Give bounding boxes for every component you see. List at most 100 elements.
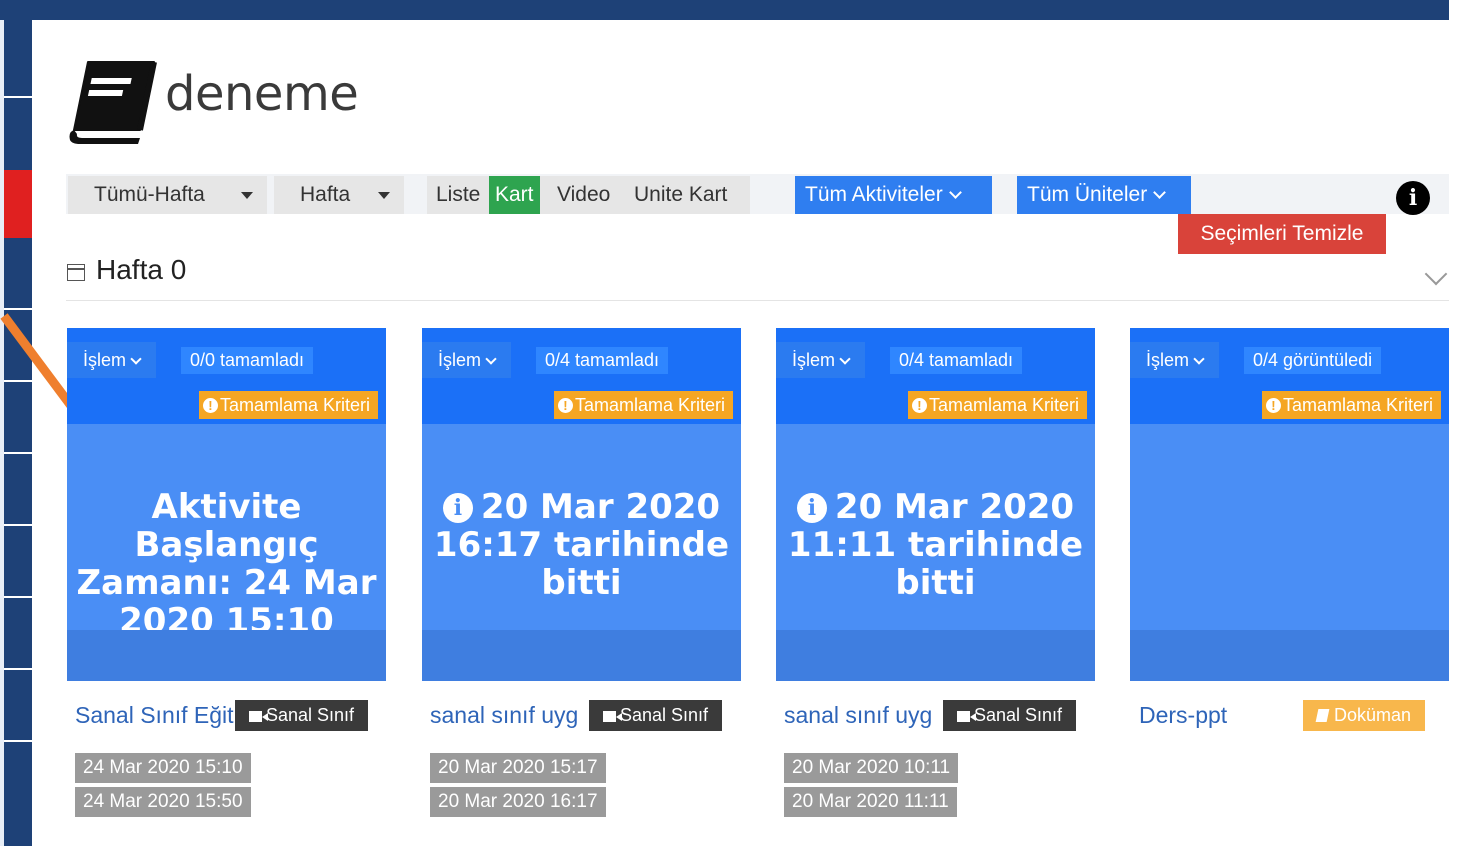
chevron-down-icon bbox=[485, 353, 497, 365]
start-date: 20 Mar 2020 10:11 bbox=[784, 753, 959, 783]
criteria-badge[interactable]: ! Tamamlama Kriteri bbox=[1261, 391, 1441, 419]
criteria-badge[interactable]: ! Tamamlama Kriteri bbox=[553, 391, 733, 419]
criteria-label: Tamamlama Kriteri bbox=[219, 395, 370, 415]
divider bbox=[66, 300, 1449, 301]
card-action-label: İşlem bbox=[438, 350, 482, 370]
info-icon: i bbox=[796, 493, 827, 523]
exclamation-icon: ! bbox=[557, 398, 573, 413]
calendar-icon bbox=[67, 264, 85, 281]
chevron-down-icon bbox=[130, 353, 142, 365]
type-badge-label: Sanal Sınıf bbox=[266, 705, 355, 725]
view-status: 0/4 görüntüledi bbox=[1244, 347, 1382, 374]
book-icon bbox=[69, 61, 157, 144]
activity-name-link[interactable]: sanal sınıf uyg bbox=[784, 702, 942, 729]
card-main-text: i 20 Mar 2020 16:17 tarihinde bitti bbox=[422, 488, 741, 602]
view-video[interactable]: Video bbox=[557, 176, 610, 214]
view-card[interactable]: Kart bbox=[489, 176, 540, 214]
card-action-dropdown[interactable]: İşlem bbox=[1130, 342, 1220, 378]
card-footer bbox=[776, 630, 1095, 681]
nav-divider bbox=[4, 596, 32, 598]
chevron-down-icon[interactable] bbox=[1424, 262, 1448, 286]
card-main-line: bitti bbox=[895, 563, 976, 603]
type-badge-label: Doküman bbox=[1334, 705, 1412, 725]
card-main-line-text: 20 Mar 2020 bbox=[480, 487, 721, 527]
criteria-label: Tamamlama Kriteri bbox=[928, 395, 1079, 415]
completion-status: 0/4 tamamladı bbox=[536, 347, 669, 374]
start-date: 20 Mar 2020 15:17 bbox=[430, 753, 606, 783]
nav-item-active[interactable] bbox=[4, 170, 32, 238]
period-dropdown[interactable]: Hafta bbox=[274, 176, 404, 214]
info-icon: i bbox=[442, 493, 473, 523]
end-date: 24 Mar 2020 15:50 bbox=[75, 787, 251, 817]
card-main-line: i 20 Mar 2020 bbox=[422, 488, 741, 526]
completion-status: 0/0 tamamladı bbox=[181, 347, 314, 374]
type-badge-label: Sanal Sınıf bbox=[974, 705, 1063, 725]
activity-name-link[interactable]: sanal sınıf uyg bbox=[430, 702, 588, 729]
clear-selections-button[interactable]: Seçimleri Temizle bbox=[1178, 214, 1386, 254]
card-main-text: i 20 Mar 2020 11:11 tarihinde bitti bbox=[776, 488, 1095, 602]
period-dropdown-label: Hafta bbox=[300, 183, 351, 206]
view-unit-card[interactable]: Unite Kart bbox=[634, 176, 727, 214]
exclamation-icon: ! bbox=[1265, 398, 1281, 413]
page-title: deneme bbox=[165, 66, 359, 122]
scope-dropdown-label: Tümü-Hafta bbox=[94, 183, 205, 206]
chevron-down-icon bbox=[839, 353, 851, 365]
activity-name-link[interactable]: Ders-ppt bbox=[1139, 702, 1289, 729]
card-action-dropdown[interactable]: İşlem bbox=[776, 342, 866, 378]
activities-dropdown-label: Tüm Aktiviteler bbox=[805, 183, 943, 206]
card-main-line: Zamanı: 24 Mar bbox=[76, 563, 377, 603]
card-main-line: 16:17 tarihinde bbox=[433, 525, 730, 565]
view-list[interactable]: Liste bbox=[436, 176, 480, 214]
card-main-line: Aktivite Başlangıç bbox=[134, 487, 319, 565]
criteria-badge[interactable]: ! Tamamlama Kriteri bbox=[907, 391, 1087, 419]
nav-divider bbox=[4, 96, 32, 98]
card-main-line-text: 20 Mar 2020 bbox=[834, 487, 1075, 527]
top-bar bbox=[0, 0, 1449, 20]
chevron-down-icon bbox=[948, 186, 962, 199]
video-camera-icon bbox=[957, 711, 976, 722]
units-dropdown-label: Tüm Üniteler bbox=[1027, 183, 1148, 206]
type-badge: Sanal Sınıf bbox=[235, 700, 369, 731]
activity-name-link[interactable]: Sanal Sınıf Eğit bbox=[75, 702, 235, 729]
type-badge: Sanal Sınıf bbox=[589, 700, 723, 731]
activity-card[interactable]: İşlem 0/4 tamamladı ! Tamamlama Kriteri i… bbox=[422, 328, 741, 681]
card-action-label: İşlem bbox=[83, 350, 127, 370]
card-action-label: İşlem bbox=[1146, 350, 1190, 370]
card-main-line: i 20 Mar 2020 bbox=[776, 488, 1095, 526]
start-date: 24 Mar 2020 15:10 bbox=[75, 753, 251, 783]
units-dropdown[interactable]: Tüm Üniteler bbox=[1017, 176, 1191, 214]
activity-card[interactable]: İşlem 0/4 görüntüledi ! Tamamlama Kriteri bbox=[1130, 328, 1449, 681]
card-action-dropdown[interactable]: İşlem bbox=[67, 342, 157, 378]
nav-divider bbox=[4, 524, 32, 526]
end-date: 20 Mar 2020 11:11 bbox=[784, 787, 957, 817]
chevron-down-icon bbox=[1153, 186, 1167, 199]
nav-divider bbox=[4, 740, 32, 742]
criteria-label: Tamamlama Kriteri bbox=[1282, 395, 1433, 415]
exclamation-icon: ! bbox=[202, 398, 218, 413]
caret-down-icon bbox=[378, 192, 390, 199]
book-icon bbox=[1315, 709, 1330, 722]
card-main-line: 11:11 tarihinde bbox=[787, 525, 1084, 565]
card-footer bbox=[422, 630, 741, 681]
activity-card[interactable]: İşlem 0/4 tamamladı ! Tamamlama Kriteri i… bbox=[776, 328, 1095, 681]
scope-dropdown[interactable]: Tümü-Hafta bbox=[68, 176, 267, 214]
info-icon[interactable]: i bbox=[1396, 181, 1430, 215]
type-badge: Sanal Sınıf bbox=[943, 700, 1077, 731]
criteria-badge[interactable]: ! Tamamlama Kriteri bbox=[198, 391, 378, 419]
card-footer bbox=[1130, 630, 1449, 681]
video-camera-icon bbox=[603, 711, 622, 722]
type-badge: Doküman bbox=[1303, 700, 1426, 731]
week-title: Hafta 0 bbox=[96, 254, 187, 285]
card-footer bbox=[67, 630, 386, 681]
activities-dropdown[interactable]: Tüm Aktiviteler bbox=[795, 176, 992, 214]
card-action-label: İşlem bbox=[792, 350, 836, 370]
caret-down-icon bbox=[241, 192, 253, 199]
card-main-text: Aktivite Başlangıç Zamanı: 24 Mar 2020 1… bbox=[67, 488, 386, 640]
type-badge-label: Sanal Sınıf bbox=[620, 705, 709, 725]
nav-divider bbox=[4, 668, 32, 670]
criteria-label: Tamamlama Kriteri bbox=[574, 395, 725, 415]
chevron-down-icon bbox=[1193, 353, 1205, 365]
card-action-dropdown[interactable]: İşlem bbox=[422, 342, 512, 378]
activity-card[interactable]: İşlem 0/0 tamamladı ! Tamamlama Kriteri A… bbox=[67, 328, 386, 681]
completion-status: 0/4 tamamladı bbox=[890, 347, 1023, 374]
